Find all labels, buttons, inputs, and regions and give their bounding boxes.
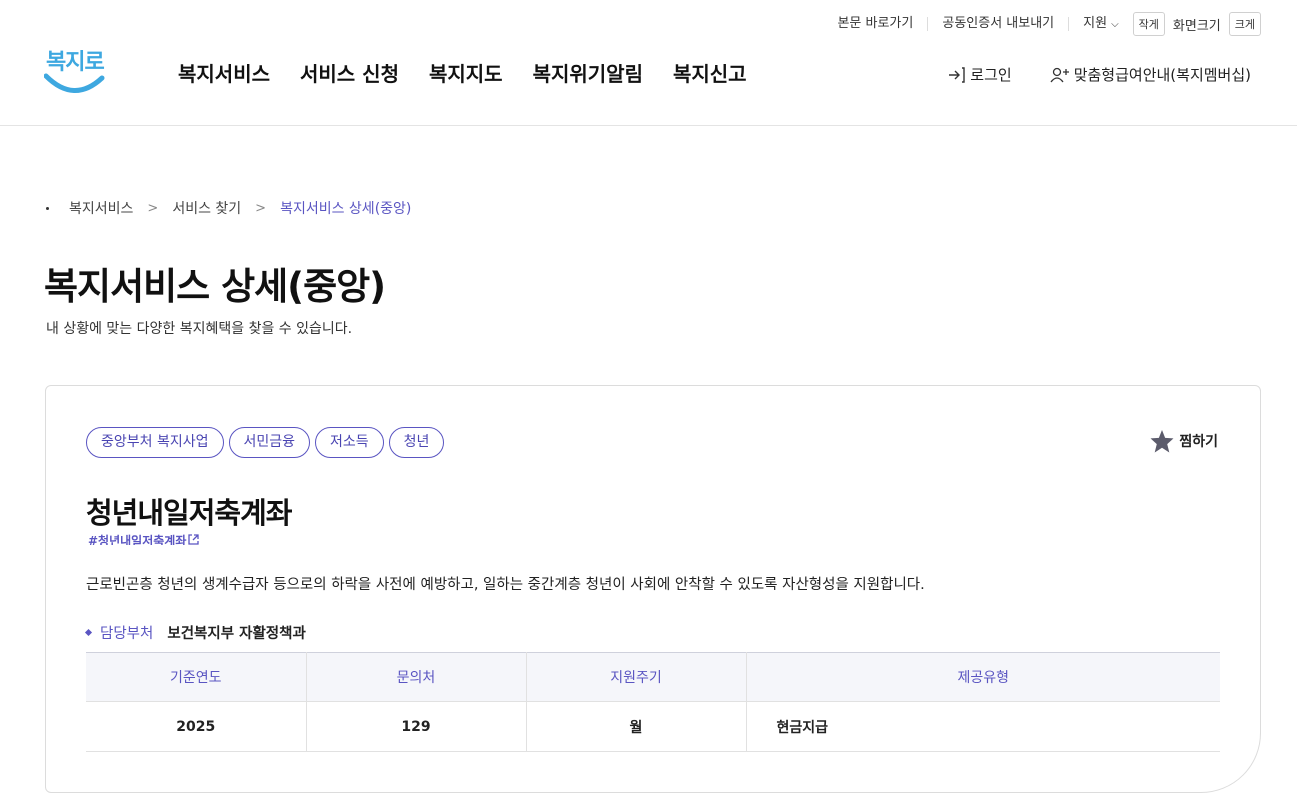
page-title: 복지서비스 상세(중앙) (44, 265, 386, 308)
service-hashtag-link[interactable]: #청년내일저축계좌 (88, 534, 200, 545)
membership-label: 맞춤형급여안내(복지멤버십) (1073, 66, 1251, 84)
chevron-right-icon: > (255, 200, 267, 216)
tag-list: 중앙부처 복지사업 서민금융 저소득 청년 (86, 427, 445, 458)
table-header-cell: 지원주기 (526, 652, 747, 702)
login-label: 로그인 (970, 66, 1012, 84)
department-label: 담당부처 (100, 626, 154, 642)
chevron-down-icon: ⌵ (1111, 18, 1119, 30)
hashtag-text: #청년내일저축계좌 (88, 534, 187, 545)
nav-crisis-alert[interactable]: 복지위기알림 (533, 58, 643, 87)
login-icon (949, 66, 965, 83)
table-header-cell: 제공유형 (746, 652, 1220, 702)
nav-welfare-map[interactable]: 복지지도 (429, 58, 503, 87)
chevron-right-icon: > (147, 200, 159, 216)
user-add-icon (1050, 67, 1069, 82)
service-description: 근로빈곤층 청년의 생계수급자 등으로의 하락을 사전에 예방하고, 일하는 중… (86, 577, 925, 593)
department-value: 보건복지부 자활정책과 (167, 626, 306, 642)
header-actions: 로그인 맞춤형급여안내(복지멤버십) (948, 64, 1251, 85)
breadcrumb-item-find-service[interactable]: 서비스 찾기 (172, 198, 241, 218)
breadcrumb-item-current: 복지서비스 상세(중앙) (280, 201, 412, 217)
nav-welfare-report[interactable]: 복지신고 (673, 58, 747, 87)
breadcrumb-item-welfare-service[interactable]: 복지서비스 (69, 198, 133, 218)
page-subtitle: 내 상황에 맞는 다양한 복지혜택을 찾을 수 있습니다. (46, 321, 353, 337)
table-cell-contact: 129 (306, 701, 527, 752)
font-size-label: 화면크기 (1172, 18, 1221, 34)
breadcrumb: 복지서비스 > 서비스 찾기 > 복지서비스 상세(중앙) (46, 198, 411, 218)
membership-button[interactable]: 맞춤형급여안내(복지멤버십) (1050, 64, 1251, 85)
table-row: 2025 129 월 현금지급 (86, 701, 1220, 752)
cert-export-link[interactable]: 공동인증서 내보내기 (928, 17, 1070, 31)
table-cell-year: 2025 (86, 701, 307, 752)
login-button[interactable]: 로그인 (948, 64, 1012, 85)
logo-smile-icon (44, 73, 105, 93)
external-link-icon (188, 534, 200, 545)
table-cell-type: 현금지급 (746, 701, 1220, 752)
service-title: 청년내일저축계좌 (86, 496, 292, 530)
nav-welfare-service[interactable]: 복지서비스 (178, 58, 270, 87)
service-card: 중앙부처 복지사업 서민금융 저소득 청년 찜하기 청년내일저축계좌 #청년내일… (45, 385, 1261, 793)
table-header-row: 기준연도 문의처 지원주기 제공유형 (86, 652, 1220, 702)
font-smaller-button[interactable]: 작게 (1132, 12, 1165, 36)
tag-central-ministry[interactable]: 중앙부처 복지사업 (86, 427, 224, 458)
bookmark-button[interactable]: 찜하기 (1149, 429, 1218, 453)
tag-microfinance[interactable]: 서민금융 (228, 427, 311, 458)
tag-youth[interactable]: 청년 (388, 427, 445, 458)
site-logo[interactable]: 복지로 (44, 44, 106, 96)
table-header-cell: 기준연도 (86, 652, 307, 702)
utility-bar: 본문 바로가기 공동인증서 내보내기 지원 ⌵ 작게 화면크기 크게 (837, 12, 1261, 36)
star-icon (1150, 430, 1174, 453)
tag-low-income[interactable]: 저소득 (315, 427, 384, 458)
main-nav: 복지서비스 서비스 신청 복지지도 복지위기알림 복지신고 (178, 58, 747, 87)
department-row: 담당부처 보건복지부 자활정책과 (84, 622, 306, 643)
table-header-cell: 문의처 (306, 652, 527, 702)
font-larger-button[interactable]: 크게 (1228, 12, 1261, 36)
nav-service-apply[interactable]: 서비스 신청 (300, 58, 399, 87)
bookmark-label: 찜하기 (1179, 434, 1218, 450)
support-menu[interactable]: 지원 ⌵ (1069, 15, 1133, 32)
header-divider (0, 125, 1297, 126)
support-label: 지원 (1083, 15, 1108, 31)
table-cell-cycle: 월 (526, 701, 747, 752)
service-info-table: 기준연도 문의처 지원주기 제공유형 2025 129 월 현금지급 (86, 652, 1220, 752)
home-dot-icon (46, 206, 49, 210)
skip-to-content-link[interactable]: 본문 바로가기 (837, 17, 929, 31)
diamond-bullet-icon (84, 628, 93, 637)
